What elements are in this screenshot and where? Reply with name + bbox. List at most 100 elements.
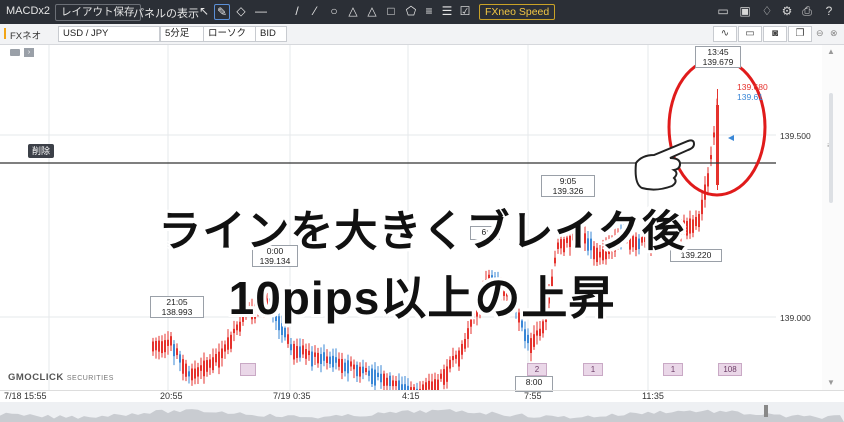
window-icon[interactable]: ▭	[716, 4, 730, 18]
copy-icon[interactable]: ❐	[788, 26, 812, 42]
comment-icon[interactable]	[10, 49, 20, 56]
tag-time: 9:05	[559, 176, 577, 186]
candle-body	[338, 358, 340, 367]
candle-body	[524, 329, 526, 342]
candle-body	[230, 334, 232, 349]
high-tag: 13:45 139.679	[695, 46, 741, 68]
scroll-thumb[interactable]	[829, 93, 833, 203]
candle-body	[182, 359, 184, 374]
candle-body	[452, 356, 454, 361]
brand-label: FXネオ	[10, 31, 42, 42]
candle-body	[443, 369, 445, 385]
pencil-icon[interactable]: ✎	[214, 4, 230, 20]
candle-body	[320, 354, 322, 364]
cursor-icon[interactable]: ↖	[197, 4, 211, 18]
count-badge	[240, 363, 256, 376]
scroll-up-icon[interactable]: ▲	[827, 47, 835, 56]
candle-body	[707, 173, 709, 187]
candle-body	[317, 352, 319, 364]
candle-body	[536, 330, 538, 336]
candle-body	[359, 366, 361, 377]
last-price-arrow	[728, 135, 734, 141]
rect-icon[interactable]: □	[384, 4, 398, 18]
panel-display-button[interactable]: パネルの表示	[133, 5, 199, 21]
count-badge: 1	[663, 363, 683, 376]
watermark-brand: GMOCLICK	[8, 372, 64, 383]
navigator-handle[interactable]	[764, 405, 768, 417]
candle-body	[371, 368, 373, 385]
candle-body	[167, 339, 169, 346]
time-label: 7/19 0:35	[273, 391, 311, 401]
candle-body	[203, 360, 205, 377]
watermark-sub: SECURITIES	[66, 375, 114, 382]
minimize-icon[interactable]: ⊖	[816, 28, 824, 39]
candle-body	[179, 354, 181, 363]
layout-icon[interactable]: ▣	[738, 4, 752, 18]
hline-icon[interactable]: —	[254, 4, 268, 18]
chart-type-select[interactable]: ローソク	[203, 26, 257, 42]
indicator-icon[interactable]: ∿	[713, 26, 737, 42]
tag-price: 139.326	[552, 186, 584, 196]
candle-body	[713, 132, 715, 138]
currency-pair-select[interactable]: USD / JPY	[58, 26, 160, 42]
chart-icon[interactable]: ▭	[738, 26, 762, 42]
range-navigator[interactable]	[0, 402, 844, 422]
candle-body	[434, 379, 436, 390]
trendline-icon[interactable]: ⁄	[308, 4, 322, 18]
triangle2-icon[interactable]: △	[365, 4, 379, 18]
fxneo-speed-button[interactable]: FXneo Speed	[479, 4, 556, 20]
candle-body	[227, 337, 229, 350]
candle-body	[206, 360, 208, 372]
tag-time: 8:00	[525, 377, 543, 387]
tag-905: 9:05 139.326	[541, 175, 595, 197]
quote-select[interactable]: BID	[255, 26, 287, 42]
hand-shape	[634, 139, 696, 191]
fib-icon[interactable]: ≡	[422, 4, 436, 18]
pentagon-icon[interactable]: ⬠	[404, 4, 418, 18]
print-icon[interactable]: ⎙	[800, 4, 814, 18]
eraser-icon[interactable]: ◇	[234, 4, 248, 18]
candle-body	[326, 356, 328, 363]
help-icon[interactable]: ?	[822, 4, 836, 18]
ray-icon[interactable]: /	[290, 4, 304, 18]
candle-body	[464, 339, 466, 349]
candle-body	[329, 356, 331, 364]
candle-body	[431, 381, 433, 390]
indicator-label[interactable]: MACDx2	[6, 5, 50, 17]
candle-body	[449, 359, 451, 369]
candle-body	[221, 348, 223, 359]
camera-icon[interactable]: ◙	[763, 26, 787, 42]
fib2-icon[interactable]: ☰	[440, 4, 454, 18]
candle-body	[161, 341, 163, 354]
candle-body	[293, 343, 295, 360]
checkbox-icon[interactable]: ☑	[458, 4, 472, 18]
candle-body	[299, 346, 301, 358]
chart-toolbar: MACDx2 レイアウト保存 パネルの表示 ↖ ✎ ◇ — / ⁄ ○ △ △ …	[0, 0, 844, 24]
expand-icon[interactable]: ›	[24, 48, 34, 57]
candle-body	[287, 334, 289, 344]
circle-icon[interactable]: ○	[327, 4, 341, 18]
candle-body	[446, 366, 448, 382]
delete-line-button[interactable]: 削除	[28, 144, 55, 158]
scroll-down-icon[interactable]: ▼	[827, 378, 835, 387]
candle-body	[533, 334, 535, 347]
close-icon[interactable]: ⊗	[830, 28, 838, 39]
gear-icon[interactable]: ⚙	[780, 4, 794, 18]
candle-body	[152, 341, 154, 352]
bell-icon[interactable]: ♢	[760, 4, 774, 18]
triangle-icon[interactable]: △	[346, 4, 360, 18]
timeframe-select[interactable]: 5分足	[160, 26, 204, 42]
candle-body	[332, 355, 334, 368]
time-label: 4:15	[402, 391, 420, 401]
candle-body	[188, 371, 190, 377]
candle-body	[365, 368, 367, 373]
time-label: 11:35	[642, 391, 664, 401]
save-layout-button[interactable]: レイアウト保存	[55, 4, 141, 21]
candle-body	[335, 357, 337, 363]
candle-body	[158, 340, 160, 352]
count-badge: 1	[583, 363, 603, 376]
candle-body	[314, 352, 316, 357]
candle-body	[215, 353, 217, 363]
candle-body	[530, 338, 532, 353]
candle-body	[458, 350, 460, 367]
